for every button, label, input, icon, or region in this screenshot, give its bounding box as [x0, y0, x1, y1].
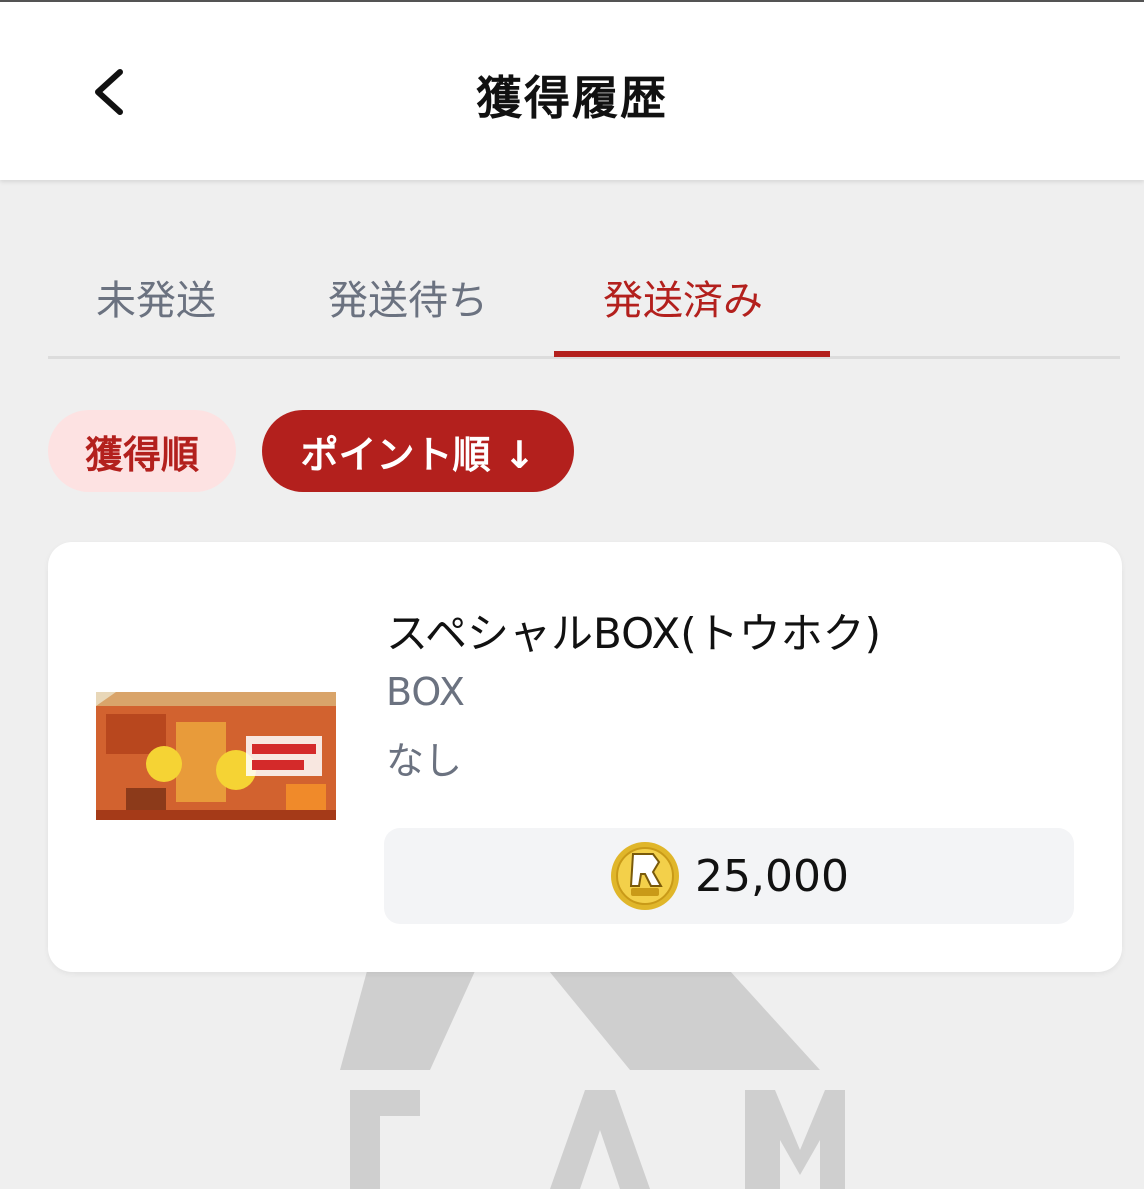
item-card[interactable]: スペシャルBOX(トウホク) BOX なし 25,000: [48, 542, 1122, 972]
tab-shipped[interactable]: 発送済み: [603, 268, 763, 326]
shipping-status-tabs: 未発送 発送待ち 発送済み: [48, 250, 1120, 360]
item-category: BOX: [386, 670, 465, 714]
ram-logo-watermark: [340, 960, 845, 1189]
item-note: なし: [386, 739, 463, 783]
product-box-image: [96, 692, 336, 820]
active-tab-indicator: [554, 351, 830, 357]
tab-unshipped[interactable]: 未発送: [96, 268, 216, 326]
header-bar: 獲得履歴: [0, 2, 1144, 180]
ram-coin-icon: [611, 842, 680, 910]
points-box: 25,000: [384, 828, 1074, 924]
sort-by-acquired-button[interactable]: 獲得順: [48, 410, 236, 492]
sort-by-points-button[interactable]: ポイント順 ↓: [262, 410, 574, 492]
points-value: 25,000: [695, 850, 849, 902]
item-name: スペシャルBOX(トウホク): [386, 609, 882, 658]
page-title: 獲得履歴: [476, 71, 668, 125]
tab-awaiting-shipment[interactable]: 発送待ち: [328, 268, 488, 326]
